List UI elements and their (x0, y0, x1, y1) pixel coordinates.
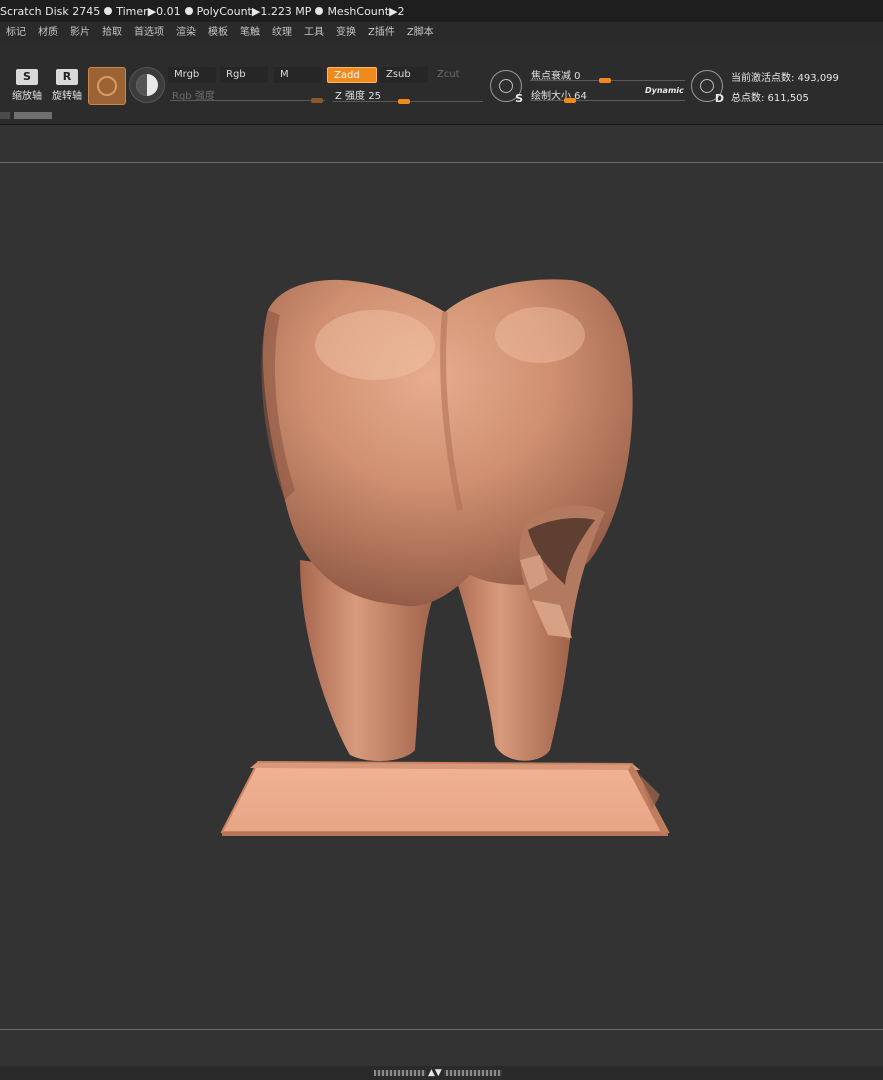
3d-viewport[interactable] (0, 0, 883, 1080)
stand-base (220, 760, 670, 836)
expand-collapse-arrows-icon[interactable]: ▲▼ (426, 1066, 444, 1080)
tooth-model (261, 279, 633, 762)
canvas-bottom-border (0, 1029, 883, 1030)
